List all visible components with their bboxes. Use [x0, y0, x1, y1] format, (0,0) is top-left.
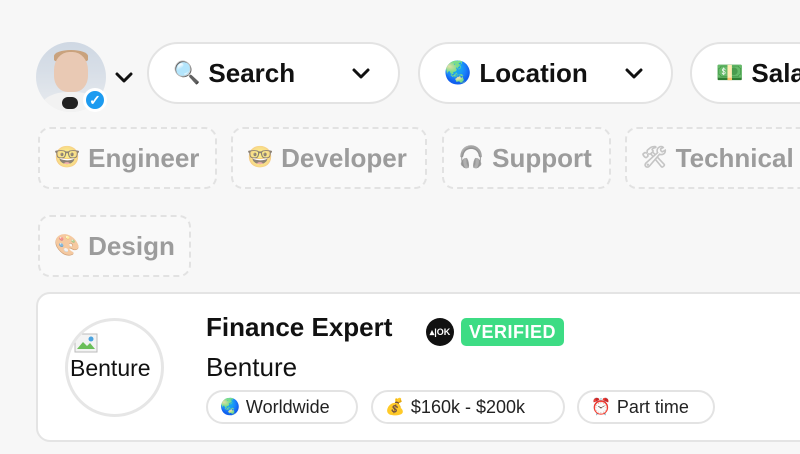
chevron-down-icon	[625, 68, 643, 79]
company-name[interactable]: Benture	[206, 352, 297, 383]
job-location-chip: 🌏 Worldwide	[206, 390, 358, 424]
tag-label: Technical	[675, 142, 794, 173]
headphones-icon: 🎧	[458, 146, 485, 169]
chevron-down-icon	[352, 68, 370, 79]
globe-icon: 🌏	[220, 399, 240, 416]
tag-label: Engineer	[88, 142, 200, 173]
search-filter-button[interactable]: 🔍 Search	[147, 42, 400, 104]
money-bag-icon: 💰	[385, 399, 405, 416]
chevron-down-icon[interactable]	[113, 66, 135, 88]
company-mark-icon: ▴|OK	[426, 318, 454, 346]
job-title[interactable]: Finance Expert	[206, 312, 392, 343]
salary-filter-label: Sala	[751, 57, 800, 88]
avatar-microphone	[62, 97, 78, 109]
magnifier-icon: 🔍	[173, 60, 201, 85]
logo-alt-text: Benture	[70, 355, 151, 381]
filter-bar: ✓ 🔍 Search 🌏 Location 💵 Sala	[0, 0, 800, 112]
tag-design[interactable]: 🎨 Design	[38, 215, 191, 277]
palette-icon: 🎨	[54, 234, 81, 257]
chip-label: Part time	[616, 396, 689, 417]
job-salary-chip: 💰 $160k - $200k	[371, 390, 565, 424]
chip-label: Worldwide	[245, 396, 330, 417]
location-filter-button[interactable]: 🌏 Location	[418, 42, 673, 104]
verified-badge: VERIFIED	[461, 318, 565, 346]
tag-label: Support	[492, 142, 592, 173]
nerd-face-icon: 🤓	[54, 146, 81, 169]
avatar-face	[54, 52, 88, 92]
salary-filter-button[interactable]: 💵 Sala	[690, 42, 800, 104]
tag-technical[interactable]: 🛠 Technical	[625, 127, 800, 189]
verified-check-icon: ✓	[83, 88, 107, 112]
alarm-clock-icon: ⏰	[591, 399, 611, 416]
globe-icon: 🌏	[444, 60, 472, 85]
location-filter-label: Location	[479, 57, 588, 88]
nerd-face-icon: 🤓	[247, 146, 274, 169]
company-logo: Benture	[65, 318, 164, 417]
tools-icon: 🛠	[641, 146, 668, 169]
money-icon: 💵	[716, 60, 744, 85]
chip-label: $160k - $200k	[410, 396, 526, 417]
broken-image-icon	[74, 333, 98, 353]
search-filter-label: Search	[208, 57, 296, 88]
job-card[interactable]: Benture Finance Expert ▴|OK VERIFIED Ben…	[36, 292, 800, 442]
tag-label: Design	[88, 230, 175, 261]
tag-developer[interactable]: 🤓 Developer	[231, 127, 427, 189]
tag-engineer[interactable]: 🤓 Engineer	[38, 127, 217, 189]
tag-label: Developer	[281, 142, 407, 173]
tag-support[interactable]: 🎧 Support	[442, 127, 611, 189]
job-time-chip: ⏰ Part time	[577, 390, 715, 424]
